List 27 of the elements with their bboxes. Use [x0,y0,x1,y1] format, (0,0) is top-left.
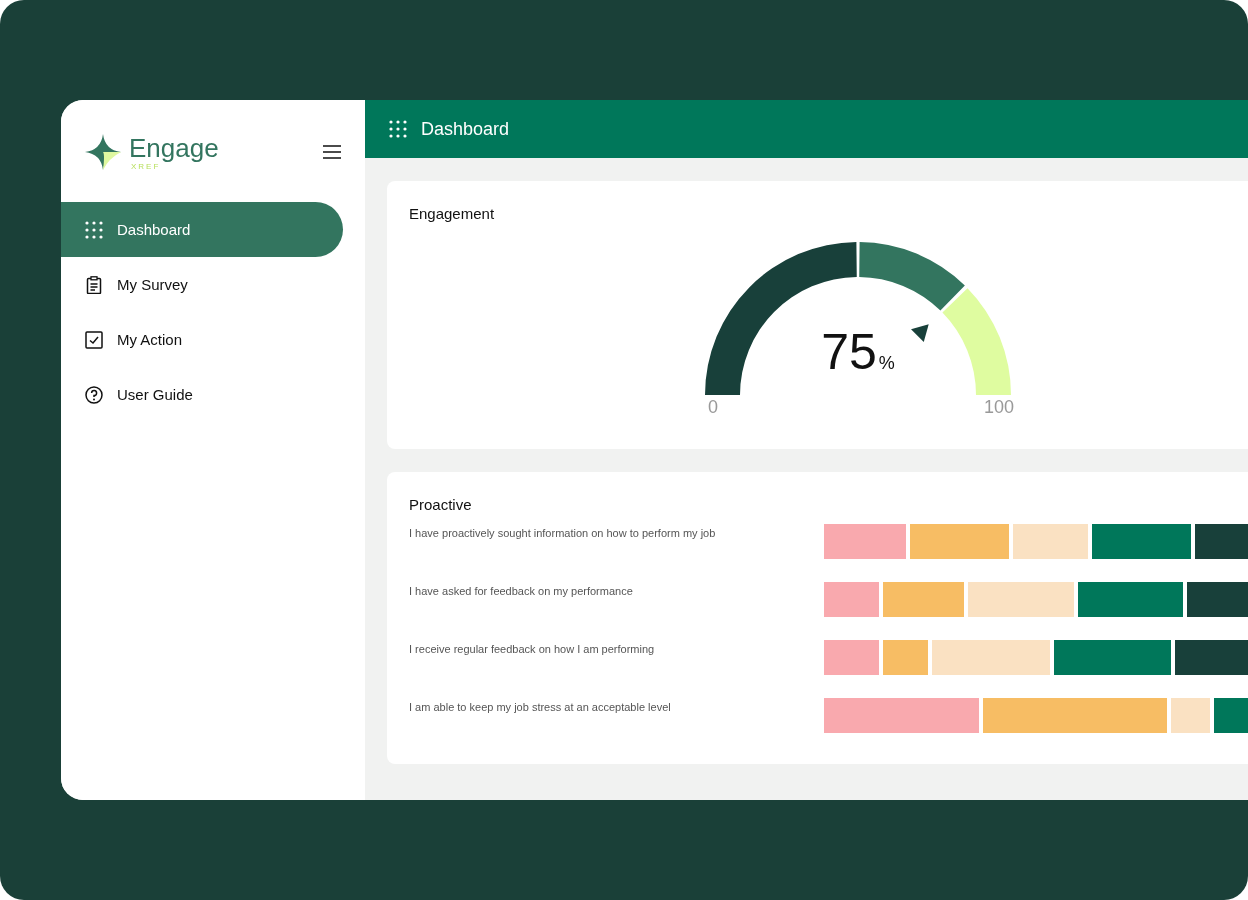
brand-name: Engage [129,133,220,162]
question-label: I receive regular feedback on how I am performing [409,642,656,655]
card-title: Proactive [409,496,472,513]
checkbox-icon [85,330,103,349]
nav-item[interactable]: Dashboard [61,202,343,257]
question-label: I am able to keep my job stress at an acceptable level [409,700,672,713]
help-icon [85,385,103,404]
bar-segment [883,640,928,675]
gauge-value: 75 [821,323,877,381]
bar-segment [1171,698,1210,733]
grid-icon [389,120,407,138]
bar-segment [824,582,879,617]
grid-icon [85,220,103,239]
clipboard-icon [85,275,103,294]
gauge-max-label: 100 [983,397,1014,418]
question-label: I have proactively sought information on how to perform my job [409,526,717,539]
nav-item[interactable]: My Action [61,312,343,367]
gauge-min-label: 0 [708,397,718,418]
card-title: Engagement [409,205,495,222]
menu-icon[interactable] [323,145,341,159]
question-label: I have asked for feedback on my performance [409,584,634,597]
nav-item[interactable]: My Survey [61,257,343,312]
nav-item[interactable]: User Guide [61,367,343,422]
gauge-unit: % [878,353,895,374]
page-title: Dashboard [421,118,510,140]
brand-subtitle: XREF [131,161,161,171]
bar-segment [824,640,879,675]
